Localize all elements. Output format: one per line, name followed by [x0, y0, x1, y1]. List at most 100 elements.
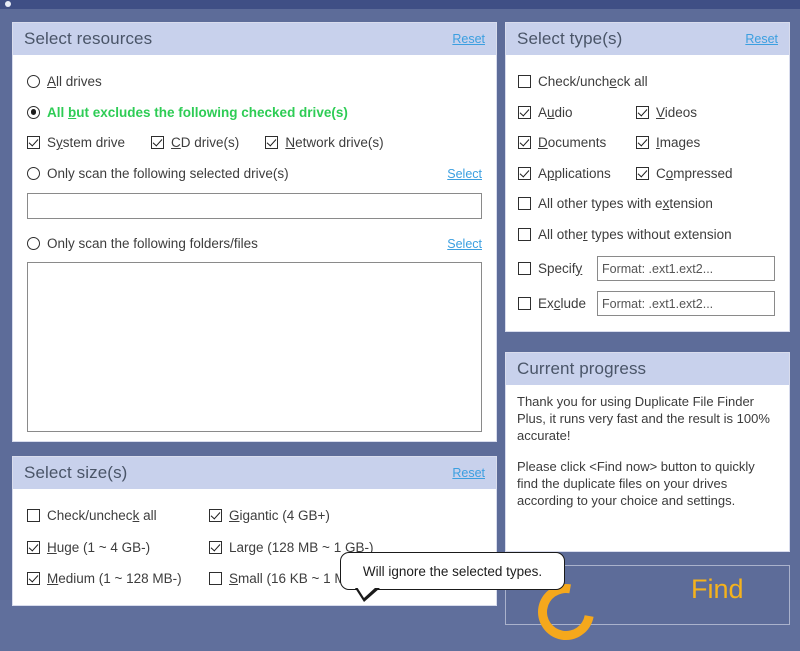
checkbox-icon[interactable] [518, 297, 531, 310]
selected-drives-input[interactable] [27, 192, 482, 219]
checkbox-network-drives[interactable]: Network drive(s) [265, 135, 384, 150]
select-types-header: Select type(s) Reset [506, 23, 789, 55]
type-row-3: Applications Compressed [518, 165, 777, 181]
check-all-types-label: Check/uncheck all [538, 74, 648, 89]
radio-all-but-excludes-label: All but excludes the following checked d… [47, 104, 348, 120]
checkbox-documents[interactable]: Documents [518, 136, 636, 150]
checkbox-icon[interactable] [518, 227, 531, 241]
check-all-types-row[interactable]: Check/uncheck all [518, 75, 777, 89]
checkbox-icon[interactable] [518, 75, 531, 89]
checkbox-icon[interactable] [518, 262, 531, 275]
select-resources-header: Select resources Reset [13, 23, 496, 55]
checkbox-icon[interactable] [209, 540, 222, 554]
checkbox-gigantic[interactable]: Gigantic (4 GB+) [209, 509, 330, 523]
radio-all-but-excludes[interactable]: All but excludes the following checked d… [27, 104, 348, 120]
select-drives-link[interactable]: Select [447, 167, 482, 181]
checkbox-icon[interactable] [518, 105, 531, 119]
checkbox-icon[interactable] [636, 136, 649, 150]
option-only-selected-drives-row[interactable]: Only scan the following selected drive(s… [27, 167, 482, 181]
type-row-2: Documents Images [518, 136, 777, 150]
checkbox-small-label: Small (16 KB ~ 1 M [229, 571, 346, 586]
radio-only-selected-drives[interactable]: Only scan the following selected drive(s… [27, 167, 289, 181]
checkbox-cd-drives[interactable]: CD drive(s) [151, 136, 239, 150]
exclude-row: Exclude Format: .ext1.ext2... [518, 291, 777, 316]
reset-types-link[interactable]: Reset [745, 32, 778, 46]
progress-paragraph-2: Please click <Find now> button to quickl… [517, 459, 755, 508]
checkbox-check-uncheck-all-sizes[interactable]: Check/uncheck all [27, 509, 209, 523]
checkbox-icon[interactable] [27, 509, 40, 523]
title-bar [0, 0, 800, 9]
specify-input[interactable]: Format: .ext1.ext2... [597, 256, 775, 281]
drive-checkbox-row: System drive CD drive(s) Network drive(s… [27, 136, 482, 150]
checkbox-other-without-extension[interactable]: All other types without extension [518, 226, 732, 242]
radio-all-drives[interactable]: All drives [27, 75, 102, 89]
select-types-title: Select type(s) [517, 29, 623, 48]
radio-only-folders-files[interactable]: Only scan the following folders/files [27, 237, 258, 251]
radio-all-drives-label: All drives [47, 74, 102, 89]
checkbox-system-drive-label: System drive [47, 135, 126, 150]
other-without-extension-label: All other types without extension [538, 226, 732, 242]
select-resources-panel: Select resources Reset All drives All bu… [12, 22, 497, 442]
checkbox-audio-label: Audio [538, 104, 573, 120]
checkbox-icon[interactable] [209, 509, 222, 523]
select-sizes-header: Select size(s) Reset [13, 457, 496, 489]
tooltip-text: Will ignore the selected types. [362, 563, 543, 579]
checkbox-icon[interactable] [27, 572, 40, 586]
checkbox-compressed-label: Compressed [656, 165, 733, 181]
checkbox-icon[interactable] [27, 540, 40, 554]
checkbox-images-label: Images [656, 135, 701, 150]
checkbox-medium-label: Medium (1 ~ 128 MB-) [47, 571, 182, 586]
checkbox-images[interactable]: Images [636, 136, 700, 150]
check-all-sizes-label: Check/uncheck all [47, 508, 157, 523]
checkbox-huge-label: Huge (1 ~ 4 GB-) [47, 539, 151, 555]
checkbox-icon[interactable] [27, 136, 40, 150]
current-progress-panel: Current progress Thank you for using Dup… [505, 352, 790, 552]
checkbox-icon[interactable] [151, 136, 165, 150]
tooltip-callout: Will ignore the selected types. [340, 552, 565, 602]
checkbox-icon[interactable] [518, 166, 531, 180]
find-now-label: Find [691, 574, 744, 604]
checkbox-icon[interactable] [636, 166, 649, 180]
radio-icon[interactable] [27, 105, 40, 119]
checkbox-applications-label: Applications [538, 165, 611, 181]
reset-resources-link[interactable]: Reset [452, 32, 485, 46]
checkbox-system-drive[interactable]: System drive [27, 136, 125, 150]
right-rail [790, 9, 800, 600]
checkbox-medium[interactable]: Medium (1 ~ 128 MB-) [27, 572, 209, 586]
exclude-input[interactable]: Format: .ext1.ext2... [597, 291, 775, 316]
selected-folders-textarea[interactable] [27, 261, 482, 432]
radio-icon[interactable] [27, 75, 40, 89]
option-only-folders-files-row[interactable]: Only scan the following folders/files Se… [27, 237, 482, 251]
checkbox-icon[interactable] [518, 136, 531, 150]
checkbox-compressed[interactable]: Compressed [636, 165, 733, 181]
reset-sizes-link[interactable]: Reset [452, 466, 485, 480]
checkbox-icon[interactable] [636, 105, 649, 119]
select-types-panel: Select type(s) Reset Check/uncheck all A… [505, 22, 790, 332]
specify-label: Specify [538, 260, 583, 276]
radio-icon[interactable] [27, 167, 40, 180]
other-with-ext-row[interactable]: All other types with extension [518, 197, 777, 211]
other-without-ext-row[interactable]: All other types without extension [518, 226, 777, 242]
radio-icon[interactable] [27, 237, 40, 250]
checkbox-audio[interactable]: Audio [518, 104, 636, 120]
checkbox-small[interactable]: Small (16 KB ~ 1 M [209, 572, 346, 586]
checkbox-icon[interactable] [265, 136, 279, 150]
checkbox-check-uncheck-all-types[interactable]: Check/uncheck all [518, 75, 648, 89]
checkbox-network-drives-label: Network drive(s) [285, 135, 384, 150]
current-progress-header: Current progress [506, 353, 789, 385]
select-folders-link[interactable]: Select [447, 237, 482, 251]
checkbox-icon[interactable] [518, 197, 531, 211]
checkbox-videos[interactable]: Videos [636, 105, 697, 120]
checkbox-applications[interactable]: Applications [518, 165, 636, 181]
checkbox-icon[interactable] [209, 572, 222, 586]
checkbox-exclude[interactable]: Exclude [518, 297, 597, 311]
option-all-but-excludes-row[interactable]: All but excludes the following checked d… [27, 104, 482, 120]
tooltip-tail-inner [357, 587, 376, 598]
checkbox-other-with-extension[interactable]: All other types with extension [518, 197, 713, 211]
option-all-drives-row[interactable]: All drives [27, 75, 482, 89]
specify-row: Specify Format: .ext1.ext2... [518, 256, 777, 281]
other-with-extension-label: All other types with extension [538, 196, 713, 211]
checkbox-specify[interactable]: Specify [518, 262, 597, 276]
exclude-label: Exclude [538, 295, 587, 311]
checkbox-huge[interactable]: Huge (1 ~ 4 GB-) [27, 539, 209, 555]
